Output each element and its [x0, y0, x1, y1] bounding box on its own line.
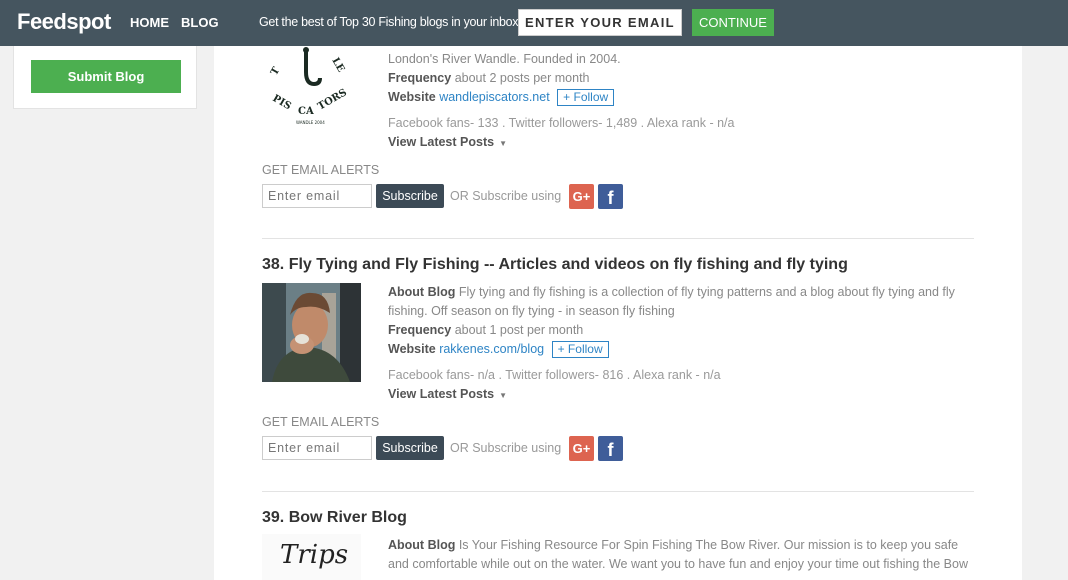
website-label: Website	[388, 342, 436, 356]
entry39-about-text: Is Your Fishing Resource For Spin Fishin…	[458, 538, 959, 552]
facebook-icon[interactable]: f	[598, 184, 623, 209]
entry38-photo-image	[262, 283, 361, 382]
entry-divider	[262, 491, 974, 492]
entry37-about-text: London's River Wandle. Founded in 2004.	[388, 52, 621, 66]
entry38-about-line1: About Blog Fly tying and fly fishing is …	[388, 283, 955, 301]
frequency-value: about 1 post per month	[454, 323, 584, 337]
nav-home-link[interactable]: HOME	[130, 15, 169, 30]
svg-text:PIS: PIS	[271, 93, 293, 112]
entry38-alerts-label: GET EMAIL ALERTS	[262, 415, 380, 429]
svg-text:TORS: TORS	[316, 87, 349, 112]
entry38-subscribe-button[interactable]: Subscribe	[376, 436, 444, 460]
caret-down-icon: ▼	[499, 391, 507, 400]
entry37-email-input[interactable]	[262, 184, 372, 208]
entry38-website-link[interactable]: rakkenes.com/blog	[439, 342, 544, 356]
entry38-stats: Facebook fans- n/a . Twitter followers- …	[388, 368, 721, 382]
entry39-thumbnail[interactable]: Trips	[262, 534, 361, 580]
wandle-piscators-logo-icon: T LE PIS CA TORS WANDLE 2004	[269, 47, 349, 125]
entry37-website-link[interactable]: wandlepiscators.net	[439, 90, 549, 104]
entry38-thumbnail[interactable]	[262, 283, 361, 382]
sidebar-card: Submit Blog	[13, 38, 197, 109]
entry38-frequency: Frequency about 1 post per month	[388, 321, 583, 339]
entry37-follow-button[interactable]: + Follow	[557, 89, 615, 106]
view-latest-label: View Latest Posts	[388, 135, 495, 149]
feedspot-logo[interactable]: Feedspot	[17, 9, 111, 35]
entry39-about-line1: About Blog Is Your Fishing Resource For …	[388, 536, 958, 554]
svg-text:CA: CA	[298, 106, 314, 117]
entry38-follow-button[interactable]: + Follow	[551, 341, 609, 358]
entry38-or-text: OR Subscribe using	[450, 441, 562, 455]
frequency-label: Frequency	[388, 71, 452, 85]
entry37-or-text: OR Subscribe using	[450, 189, 562, 203]
google-plus-icon[interactable]: G+	[569, 184, 594, 209]
google-plus-icon[interactable]: G+	[569, 436, 594, 461]
website-label: Website	[388, 90, 436, 104]
caret-down-icon: ▼	[499, 139, 507, 148]
entry38-website: Website rakkenes.com/blog + Follow	[388, 340, 609, 358]
entry39-thumb-text: Trips	[280, 540, 349, 570]
entry37-subscribe-button[interactable]: Subscribe	[376, 184, 444, 208]
facebook-icon[interactable]: f	[598, 436, 623, 461]
top-nav-bar: Feedspot HOME BLOG Get the best of Top 3…	[0, 0, 1068, 46]
svg-text:LE: LE	[329, 56, 346, 75]
entry38-view-latest[interactable]: View Latest Posts ▼	[388, 387, 507, 401]
entry38-about-text: Fly tying and fly fishing is a collectio…	[458, 285, 955, 299]
entry39-title[interactable]: 39. Bow River Blog	[262, 509, 407, 527]
entry37-view-latest[interactable]: View Latest Posts ▼	[388, 135, 507, 149]
main-content: T LE PIS CA TORS WANDLE 2004 London's Ri…	[214, 46, 1022, 580]
about-label: About Blog	[388, 538, 456, 552]
svg-text:WANDLE 2004: WANDLE 2004	[296, 120, 325, 125]
continue-button[interactable]: CONTINUE	[692, 9, 774, 36]
entry37-thumbnail[interactable]: T LE PIS CA TORS WANDLE 2004	[262, 46, 362, 128]
entry38-email-input[interactable]	[262, 436, 372, 460]
entry37-stats: Facebook fans- 133 . Twitter followers- …	[388, 116, 735, 130]
nav-blog-link[interactable]: BLOG	[181, 15, 219, 30]
entry38-title[interactable]: 38. Fly Tying and Fly Fishing -- Article…	[262, 256, 848, 274]
submit-blog-button[interactable]: Submit Blog	[31, 60, 181, 93]
promo-text: Get the best of Top 30 Fishing blogs in …	[259, 15, 519, 29]
entry37-alerts-label: GET EMAIL ALERTS	[262, 163, 380, 177]
svg-text:T: T	[269, 65, 283, 77]
nav-email-input[interactable]	[518, 9, 682, 36]
entry39-about-line2: and comfortable while out on the water. …	[388, 557, 968, 571]
entry-divider	[262, 238, 974, 239]
entry37-website: Website wandlepiscators.net + Follow	[388, 88, 615, 106]
entry38-about-line2: fishing. Off season on fly tying - in se…	[388, 304, 675, 318]
entry37-frequency: Frequency about 2 posts per month	[388, 69, 590, 87]
frequency-value: about 2 posts per month	[454, 71, 590, 85]
view-latest-label: View Latest Posts	[388, 387, 495, 401]
about-label: About Blog	[388, 285, 456, 299]
frequency-label: Frequency	[388, 323, 452, 337]
